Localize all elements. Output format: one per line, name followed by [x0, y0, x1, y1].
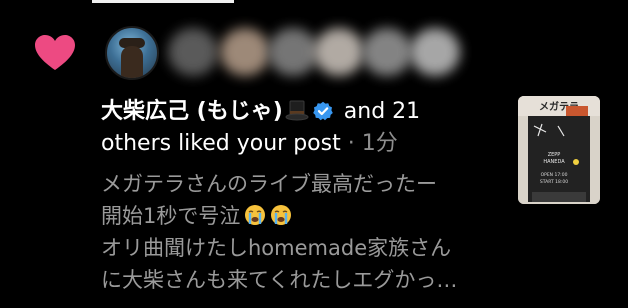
caption-line: 開始1秒で号泣: [101, 204, 241, 228]
caption-line: メガテラさんのライブ最高だったー: [101, 172, 437, 196]
caption-line: オリ曲聞けたしhomemade家族さん: [101, 236, 452, 260]
verified-badge-icon: [312, 101, 333, 121]
liker-username[interactable]: 大柴広己 (もじゃ): [101, 99, 283, 124]
time-separator: ·: [340, 131, 362, 156]
heart-icon: [35, 35, 75, 70]
crying-face-icon: [271, 205, 292, 225]
action-text: and 21: [336, 99, 421, 124]
liker-avatars[interactable]: [100, 20, 480, 82]
caption-line-with-emoji: 開始1秒で号泣: [101, 200, 511, 232]
blurred-avatar: [362, 28, 412, 76]
blurred-avatar: [314, 28, 364, 76]
post-caption-preview: メガテラさんのライブ最高だったー 開始1秒で号泣 オリ曲聞けたしhomemade…: [101, 168, 511, 296]
notification-timestamp: 1分: [361, 131, 398, 156]
thumbnail-sign-text: START 18:00: [540, 179, 568, 185]
top-hat-icon: [285, 100, 309, 121]
caption-line: に大柴さんも来てくれたしエグかっ…: [101, 268, 458, 292]
blurred-avatar: [168, 28, 218, 76]
blurred-avatar: [220, 28, 270, 76]
notification-text: 大柴広己 (もじゃ) and 21 others liked your post…: [101, 96, 501, 160]
blurred-avatar: [268, 28, 318, 76]
crying-face-icon: [245, 205, 266, 225]
thumbnail-sign-text: OPEN 17:00: [541, 172, 568, 178]
thumbnail-sign-text: HANEDA: [543, 159, 565, 165]
post-thumbnail[interactable]: メガテラ ZEPP HANEDA OPEN 17:00 START 18:00: [518, 96, 600, 204]
activity-notification-row[interactable]: 大柴広己 (もじゃ) and 21 others liked your post…: [0, 0, 628, 308]
action-text-cont: others liked your post: [101, 131, 341, 156]
blurred-avatar: [410, 28, 460, 76]
liker-avatar[interactable]: [105, 26, 159, 80]
thumbnail-sign-text: ZEPP: [548, 152, 561, 158]
